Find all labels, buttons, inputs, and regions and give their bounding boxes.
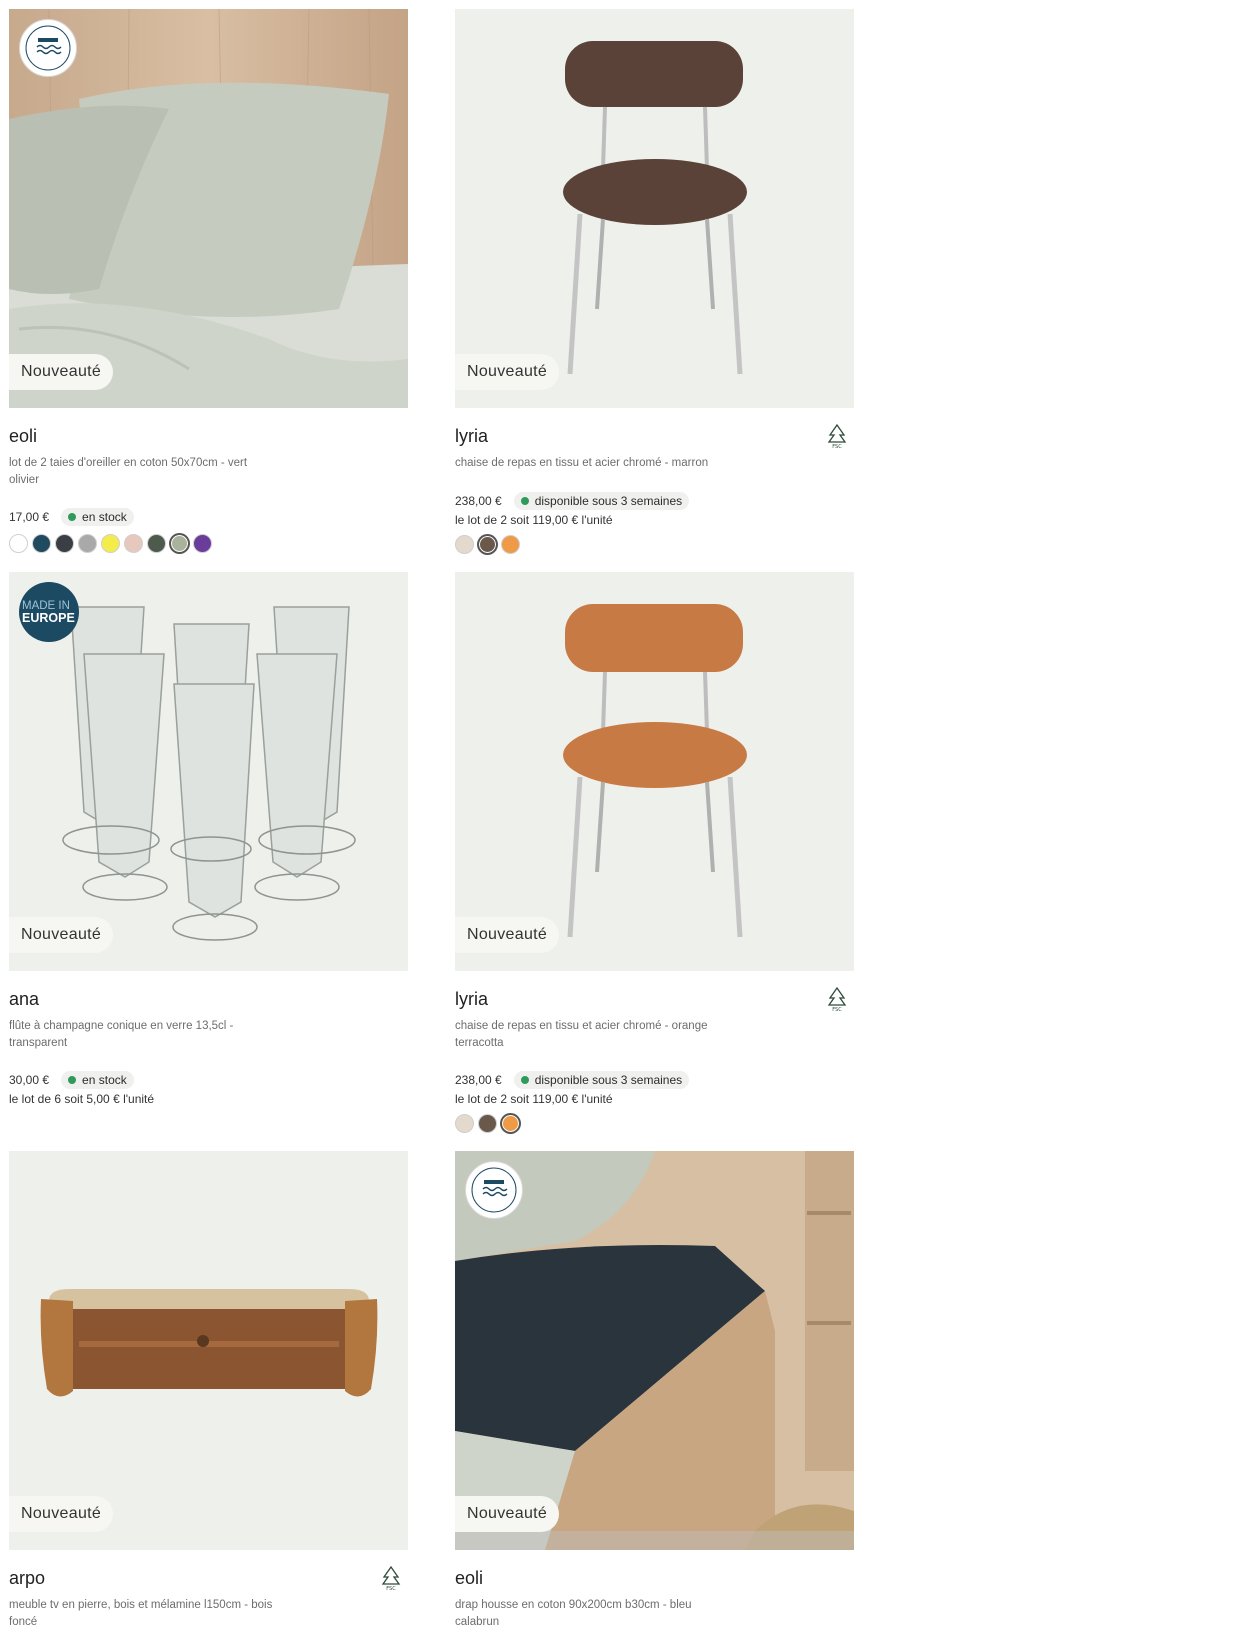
color-swatch[interactable] (478, 1114, 497, 1133)
new-badge: Nouveauté (455, 1496, 560, 1532)
availability-text: en stock (82, 1073, 127, 1087)
svg-text:FSC: FSC (386, 1586, 396, 1591)
color-swatch[interactable] (78, 534, 97, 553)
product-price: 30,00 € (9, 1073, 50, 1087)
product-card[interactable]: Nouveauté eoli lot de 2 taies d'oreiller… (9, 9, 408, 553)
availability-dot-icon (520, 496, 529, 505)
color-swatch[interactable] (9, 534, 28, 553)
brown-chair-photo (455, 9, 854, 408)
product-card[interactable]: Nouveauté FSC lyria chaise de repas en t… (455, 9, 854, 554)
new-badge: Nouveauté (9, 354, 114, 390)
product-card[interactable]: Nouveauté FSC arpo meuble tv en pierre, … (9, 1151, 408, 1630)
color-swatches (455, 534, 854, 554)
orange-chair-photo (455, 572, 854, 971)
color-swatch[interactable] (147, 534, 166, 553)
svg-text:FSC: FSC (832, 1007, 842, 1012)
product-name[interactable]: eoli (455, 1568, 854, 1590)
product-description: meuble tv en pierre, bois et mélamine l1… (9, 1599, 273, 1628)
product-name[interactable]: ana (9, 989, 408, 1011)
availability-badge: disponible sous 3 semaines (513, 491, 690, 510)
color-swatch[interactable] (478, 534, 497, 554)
svg-text:FSC: FSC (832, 444, 842, 449)
product-name[interactable]: eoli (9, 426, 408, 448)
product-image[interactable]: Nouveauté (9, 9, 408, 408)
color-swatch[interactable] (170, 534, 189, 553)
color-swatch[interactable] (501, 534, 520, 554)
tv-stand-photo (9, 1151, 408, 1550)
product-description: lot de 2 taies d'oreiller en coton 50x70… (9, 457, 248, 486)
product-name[interactable]: arpo (9, 1568, 408, 1590)
product-card[interactable]: MADE IN EUROPE Nouveauté ana flûte à cha… (9, 572, 408, 1106)
product-image[interactable]: MADE IN EUROPE Nouveauté (9, 572, 408, 971)
product-image[interactable]: Nouveauté (455, 572, 854, 971)
new-badge: Nouveauté (455, 354, 560, 390)
product-image[interactable]: Nouveauté (455, 9, 854, 408)
color-swatch[interactable] (32, 534, 51, 553)
availability-dot-icon (68, 513, 77, 521)
fsc-icon: FSC (827, 423, 847, 449)
product-image[interactable]: Nouveauté (455, 1151, 854, 1550)
color-swatch[interactable] (193, 534, 212, 553)
product-description: chaise de repas en tissu et acier chromé… (455, 1020, 708, 1049)
availability-badge: en stock (61, 1071, 134, 1089)
color-swatch[interactable] (455, 1114, 474, 1133)
color-swatch[interactable] (455, 534, 474, 554)
availability-dot-icon (520, 1076, 529, 1084)
product-name[interactable]: lyria (455, 426, 854, 448)
fsc-icon: FSC (827, 986, 847, 1012)
product-price: 17,00 € (9, 510, 50, 524)
made-in-europe-badge: MADE IN EUROPE (19, 582, 79, 642)
product-image[interactable]: Nouveauté (9, 1151, 408, 1550)
product-description: chaise de repas en tissu et acier chromé… (455, 457, 709, 469)
availability-text: disponible sous 3 semaines (534, 1073, 683, 1087)
made-in-text: MADE IN (22, 599, 70, 612)
product-description: flûte à champagne conique en verre 13,5c… (9, 1020, 234, 1049)
product-price: 238,00 € (455, 493, 502, 508)
lot-price-text: le lot de 2 soit 119,00 € l'unité (455, 1092, 613, 1106)
availability-text: disponible sous 3 semaines (534, 493, 683, 508)
color-swatch[interactable] (124, 534, 143, 553)
product-name[interactable]: lyria (455, 989, 854, 1011)
color-swatch[interactable] (501, 1114, 520, 1133)
europe-text: EUROPE (22, 610, 75, 625)
product-card[interactable]: Nouveauté eoli drap housse en coton 90x2… (455, 1151, 854, 1630)
mediterranean-badge-icon (471, 1167, 517, 1213)
color-swatches (455, 1114, 854, 1133)
availability-badge: disponible sous 3 semaines (513, 1071, 690, 1089)
color-swatch[interactable] (101, 534, 120, 553)
availability-badge: en stock (61, 508, 134, 526)
new-badge: Nouveauté (455, 917, 560, 953)
made-in-bassin-mediterraneen-badge (19, 19, 77, 77)
color-swatch[interactable] (55, 534, 74, 553)
mediterranean-badge-icon (25, 25, 71, 71)
availability-text: en stock (82, 510, 127, 524)
lot-price-text: le lot de 6 soit 5,00 € l'unité (9, 1092, 155, 1106)
color-swatches (9, 534, 408, 553)
product-price: 238,00 € (455, 1073, 502, 1087)
new-badge: Nouveauté (9, 917, 114, 953)
new-badge: Nouveauté (9, 1496, 114, 1532)
product-card[interactable]: Nouveauté FSC lyria chaise de repas en t… (455, 572, 854, 1133)
made-in-bassin-mediterraneen-badge (465, 1161, 523, 1219)
availability-dot-icon (68, 1076, 77, 1084)
fsc-icon: FSC (381, 1565, 401, 1591)
lot-price-text: le lot de 2 soit 119,00 € l'unité (455, 512, 613, 527)
product-description: drap housse en coton 90x200cm b30cm - bl… (455, 1599, 692, 1628)
